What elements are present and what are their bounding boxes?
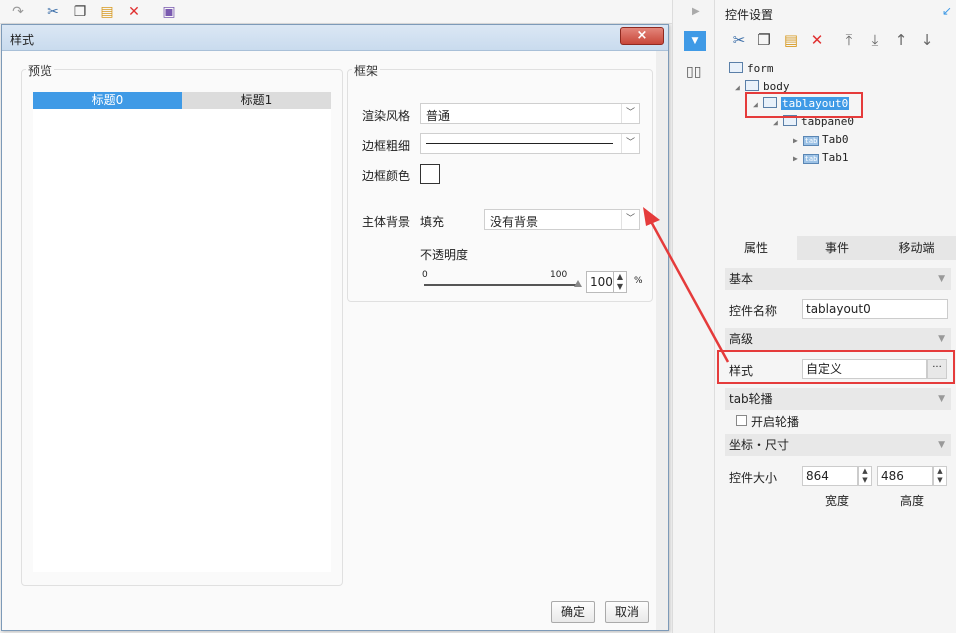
- frame-label: 框架: [352, 62, 381, 79]
- move-bottom-icon[interactable]: ⤓: [866, 31, 884, 49]
- cut-icon[interactable]: ✂: [44, 3, 62, 21]
- panel-title: 控件设置: [725, 8, 774, 22]
- carousel-label: 开启轮播: [751, 415, 800, 429]
- tree-node-tab0[interactable]: ▶ tab Tab0: [793, 132, 849, 148]
- fill-value: 没有背景: [490, 215, 539, 229]
- width-caption: 宽度: [825, 494, 850, 508]
- preview-tab-0: 标题0: [33, 92, 182, 109]
- tab-mobile[interactable]: 移动端: [877, 236, 956, 260]
- dialog-scrollbar[interactable]: [656, 51, 668, 630]
- caret-right-icon[interactable]: ▶: [793, 151, 803, 167]
- preview-label: 预览: [26, 62, 55, 79]
- slider-min-label: 0: [422, 270, 428, 280]
- dialog-title: 样式: [10, 33, 35, 47]
- border-width-select[interactable]: ﹀: [420, 133, 640, 154]
- widget-panel-icon[interactable]: ▼: [684, 31, 706, 51]
- fill-select[interactable]: 没有背景 ﹀: [484, 209, 640, 230]
- save-icon[interactable]: ▣: [160, 3, 178, 21]
- copy-icon[interactable]: ❐: [71, 3, 89, 21]
- widget-name-input[interactable]: tablayout0: [802, 299, 948, 319]
- preview-group: 预览 标题0 标题1: [21, 62, 343, 586]
- preview-tab-1: 标题1: [182, 92, 331, 109]
- opacity-input[interactable]: 100: [586, 271, 614, 293]
- chevron-down-icon: ﹀: [621, 134, 639, 153]
- body-icon: [745, 80, 759, 91]
- side-icon-strip: ▶ ▼ ▯▯: [672, 0, 715, 633]
- dialog-titlebar: 样式 ×: [2, 25, 668, 51]
- fill-label: 填充: [420, 215, 445, 229]
- render-style-label: 渲染风格: [362, 109, 411, 123]
- delete-icon[interactable]: ✕: [125, 3, 143, 21]
- tree-highlight-box: [745, 92, 863, 118]
- height-caption: 高度: [900, 494, 925, 508]
- chevron-down-icon: ▼: [938, 394, 945, 404]
- border-width-label: 边框粗细: [362, 139, 411, 153]
- caret-down-icon[interactable]: ◢: [735, 80, 745, 96]
- close-button[interactable]: ×: [620, 27, 664, 45]
- section-basic[interactable]: 基本 ▼: [725, 268, 951, 290]
- section-tab-carousel[interactable]: tab轮播 ▼: [725, 388, 951, 410]
- height-input[interactable]: 486: [877, 466, 933, 486]
- slider-max-label: 100: [550, 270, 568, 280]
- layout-icon[interactable]: ▯▯: [686, 64, 701, 80]
- chevron-down-icon: ▼: [938, 440, 945, 450]
- move-up-icon[interactable]: ↑: [892, 31, 910, 49]
- expand-arrow-icon[interactable]: ▶: [692, 6, 700, 17]
- width-stepper[interactable]: ▲ ▼: [858, 466, 872, 486]
- opacity-label: 不透明度: [420, 248, 469, 262]
- opacity-unit: %: [634, 276, 643, 286]
- tab-icon: tab: [803, 154, 819, 164]
- tab-properties[interactable]: 属性: [715, 236, 797, 260]
- tree-node-form[interactable]: form: [729, 61, 774, 77]
- style-dialog: 样式 × 预览 标题0 标题1 框架 渲染风格 普通 ﹀ 边框粗细 ﹀ 边框颜色…: [1, 24, 669, 631]
- widget-name-label: 控件名称: [729, 304, 778, 318]
- move-top-icon[interactable]: ⤒: [840, 31, 858, 49]
- chevron-down-icon: ▼: [938, 274, 945, 284]
- paste-icon[interactable]: ▤: [98, 3, 116, 21]
- carousel-checkbox[interactable]: [736, 415, 747, 426]
- delete-icon[interactable]: ✕: [808, 31, 826, 49]
- chevron-down-icon: ▼: [938, 334, 945, 344]
- chevron-down-icon: ﹀: [621, 210, 639, 229]
- form-icon: [729, 62, 743, 73]
- section-advanced[interactable]: 高级 ▼: [725, 328, 951, 350]
- body-background-label: 主体背景: [362, 215, 411, 229]
- section-coord-size[interactable]: 坐标・尺寸 ▼: [725, 434, 951, 456]
- ok-button[interactable]: 确定: [551, 601, 595, 623]
- opacity-stepper[interactable]: ▲ ▼: [613, 271, 627, 293]
- border-color-swatch[interactable]: [420, 164, 440, 184]
- height-stepper[interactable]: ▲ ▼: [933, 466, 947, 486]
- opacity-slider-thumb[interactable]: [574, 279, 582, 287]
- render-style-value: 普通: [426, 109, 451, 123]
- main-toolbar: ↷ ✂ ❐ ▤ ✕ ▣: [0, 0, 672, 24]
- border-line-sample: [426, 143, 613, 144]
- opacity-slider-track[interactable]: [424, 284, 578, 286]
- cut-icon[interactable]: ✂: [730, 31, 748, 49]
- tab-events[interactable]: 事件: [797, 236, 877, 260]
- frame-group: 框架 渲染风格 普通 ﹀ 边框粗细 ﹀ 边框颜色 主体背景 填充 没有背景 ﹀ …: [347, 62, 653, 302]
- chevron-down-icon: ﹀: [621, 104, 639, 123]
- border-color-label: 边框颜色: [362, 169, 411, 183]
- width-input[interactable]: 864: [802, 466, 858, 486]
- render-style-select[interactable]: 普通 ﹀: [420, 103, 640, 124]
- collapse-icon[interactable]: ↙: [942, 4, 952, 18]
- style-highlight-box: [717, 350, 955, 384]
- caret-right-icon[interactable]: ▶: [793, 133, 803, 149]
- tab-icon: tab: [803, 136, 819, 146]
- paste-icon[interactable]: ▤: [782, 31, 800, 49]
- size-label: 控件大小: [729, 471, 778, 485]
- widget-settings-panel: 控件设置 ↙ ✂ ❐ ▤ ✕ ⤒ ⤓ ↑ ↓ form ◢ body ◢ tabla…: [715, 0, 956, 633]
- cancel-button[interactable]: 取消: [605, 601, 649, 623]
- move-down-icon[interactable]: ↓: [918, 31, 936, 49]
- redo-icon[interactable]: ↷: [9, 3, 27, 21]
- preview-canvas: 标题0 标题1: [33, 92, 331, 572]
- copy-icon[interactable]: ❐: [755, 31, 773, 49]
- tree-node-tab1[interactable]: ▶ tab Tab1: [793, 150, 849, 166]
